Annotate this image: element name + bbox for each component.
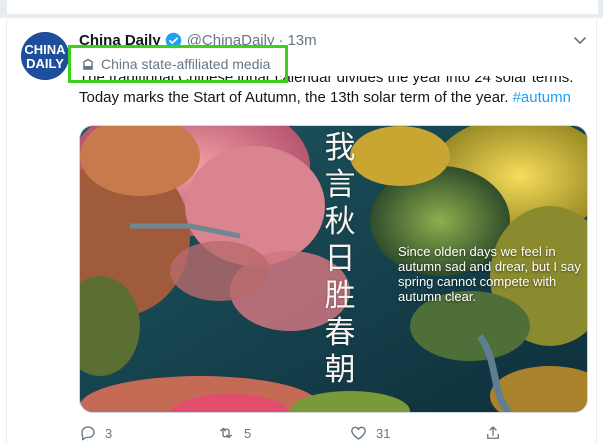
- tweet-image[interactable]: 我 言 秋 日 胜 春 朝 Since olden days we feel i…: [79, 125, 588, 413]
- poem-char: 胜: [324, 278, 356, 314]
- chevron-down-icon[interactable]: [572, 32, 588, 48]
- poem-char: 春: [324, 315, 356, 351]
- reply-icon: [81, 426, 95, 441]
- author-avatar[interactable]: CHINA DAILY: [21, 32, 69, 80]
- share-button[interactable]: [484, 424, 510, 442]
- building-icon: [82, 58, 94, 70]
- like-icon: [351, 426, 366, 440]
- retweet-icon: [220, 427, 232, 439]
- poem-char: 朝: [324, 352, 356, 388]
- retweet-count: 5: [244, 425, 252, 441]
- reply-button[interactable]: 3: [79, 424, 112, 442]
- poem-char: 我: [324, 130, 356, 166]
- avatar-logo-line1: CHINA: [24, 42, 66, 57]
- tweet-text-line2: Today marks the Start of Autumn, the 13t…: [79, 89, 509, 106]
- state-affiliated-label[interactable]: China state-affiliated media: [68, 45, 288, 83]
- poem-char: 言: [324, 167, 356, 203]
- tweet-timestamp[interactable]: 13m: [287, 32, 316, 49]
- share-icon: [487, 426, 499, 439]
- poem-char: 日: [324, 241, 356, 277]
- like-button[interactable]: 31: [349, 424, 390, 442]
- tweet-actions: 3 5 31: [79, 424, 594, 442]
- poem-vertical-text: 我 言 秋 日 胜 春 朝: [323, 130, 357, 389]
- hashtag-link[interactable]: #autumn: [513, 89, 571, 106]
- avatar-logo-line2: DAILY: [26, 56, 64, 71]
- reply-count: 3: [105, 425, 113, 441]
- poem-char: 秋: [324, 204, 356, 240]
- state-affiliated-text: China state-affiliated media: [101, 56, 271, 72]
- like-count: 31: [376, 425, 391, 441]
- image-caption: Since olden days we feel in autumn sad a…: [398, 244, 581, 304]
- retweet-button[interactable]: 5: [216, 424, 251, 442]
- previous-tweet-edge: [0, 0, 603, 18]
